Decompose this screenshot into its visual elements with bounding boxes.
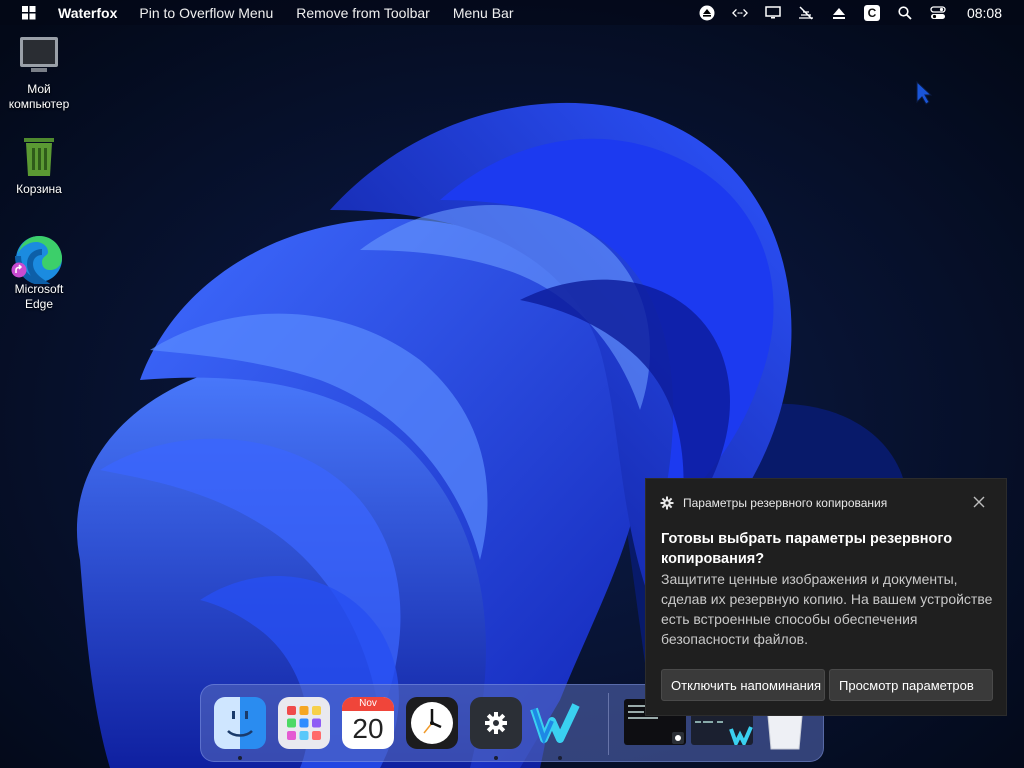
shortcut-arrow-icon [11, 262, 27, 278]
remote-code-icon[interactable] [731, 5, 748, 21]
desktop-icon-my-computer[interactable]: Мой компьютер [1, 34, 77, 112]
eject-icon[interactable] [699, 5, 715, 21]
computer-icon [17, 34, 61, 78]
menu-menu-bar[interactable]: Menu Bar [453, 5, 514, 21]
waterfox-icon[interactable] [530, 697, 582, 749]
calendar-icon[interactable]: Nov 20 [342, 697, 394, 749]
close-icon[interactable] [972, 495, 986, 509]
system-tray: C 08:08 [699, 0, 1024, 25]
c-app-icon[interactable]: C [863, 4, 880, 21]
calendar-day: 20 [352, 713, 384, 744]
notification-title: Готовы выбрать параметры резервного копи… [661, 531, 953, 567]
mouse-pointer-icon [916, 80, 933, 105]
app-name-menu[interactable]: Waterfox [58, 5, 117, 21]
dock-separator [608, 693, 609, 755]
gear-icon [660, 496, 674, 510]
finder-icon[interactable] [214, 697, 266, 749]
desktop-icon-recycle-bin[interactable]: Корзина [1, 134, 77, 197]
upload-icon[interactable] [831, 5, 847, 21]
network-off-icon[interactable] [798, 5, 814, 21]
calendar-month: Nov [342, 697, 394, 711]
search-icon[interactable] [897, 5, 913, 21]
desktop-icon-label: Мой компьютер [8, 82, 70, 111]
desktop-icon-label: Корзина [16, 182, 62, 196]
running-indicator [558, 756, 562, 760]
recycle-bin-icon [17, 134, 61, 178]
desktop-icon-label: Microsoft Edge [14, 282, 64, 311]
menu-bar: Waterfox Pin to Overflow Menu Remove fro… [0, 0, 1024, 25]
launchpad-icon[interactable] [278, 697, 330, 749]
edge-icon [11, 234, 62, 286]
display-icon[interactable] [765, 5, 781, 21]
dismiss-reminders-button[interactable]: Отключить напоминания [661, 669, 825, 701]
menu-clock[interactable]: 08:08 [967, 5, 1002, 21]
desktop-icon-edge[interactable]: Microsoft Edge [1, 234, 77, 312]
menu-pin-overflow[interactable]: Pin to Overflow Menu [139, 5, 273, 21]
windows-logo-icon[interactable] [22, 5, 36, 20]
running-indicator [494, 756, 498, 760]
backup-notification: Параметры резервного копирования Готовы … [645, 478, 1007, 716]
control-center-icon[interactable] [930, 5, 946, 21]
settings-icon[interactable] [470, 697, 522, 749]
c-app-letter: C [867, 5, 877, 20]
view-settings-button[interactable]: Просмотр параметров [829, 669, 993, 701]
clock-icon[interactable] [406, 697, 458, 749]
notification-app-name: Параметры резервного копирования [683, 496, 888, 510]
running-indicator [238, 756, 242, 760]
menu-remove-toolbar[interactable]: Remove from Toolbar [296, 5, 430, 21]
notification-header: Параметры резервного копирования [660, 496, 887, 510]
notification-body: Защитите ценные изображения и документы,… [661, 571, 993, 647]
